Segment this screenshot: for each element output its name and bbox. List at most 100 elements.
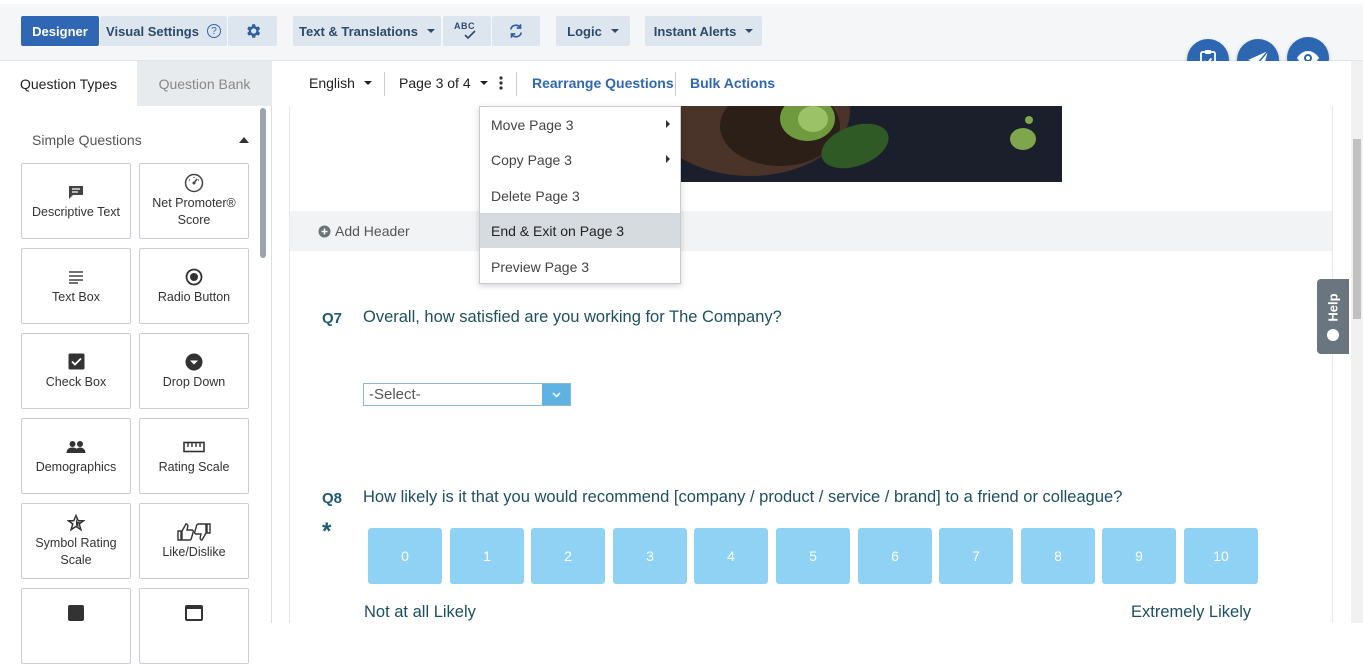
designer-button[interactable]: Designer (21, 16, 99, 46)
tile-symbol-rating-scale[interactable]: Symbol Rating Scale (21, 503, 131, 579)
page-dropdown[interactable]: Page 3 of 4 (399, 61, 488, 104)
top-toolbar: Designer Visual Settings ? Text & Transl… (0, 0, 1363, 61)
survey-canvas: Add Header Q7 Overall, how satisfied are… (289, 106, 1333, 623)
add-header-label: Add Header (335, 223, 410, 239)
scale-low-label: Not at all Likely (364, 603, 476, 621)
page-options-button[interactable] (499, 61, 503, 104)
menu-preview-page[interactable]: Preview Page 3 (480, 249, 680, 284)
tile-label: Rating Scale (158, 459, 230, 474)
plus-circle-icon (318, 225, 331, 237)
nps-option-1[interactable]: 1 (450, 528, 524, 584)
help-label: Help (1325, 293, 1341, 322)
lines-icon (69, 270, 83, 284)
help-circle-icon (1327, 329, 1339, 341)
caret-down-icon (479, 80, 488, 85)
rearrange-questions-link[interactable]: Rearrange Questions (532, 61, 674, 104)
nps-option-0[interactable]: 0 (368, 528, 442, 584)
q7-select[interactable]: -Select- (363, 383, 571, 406)
tile-descriptive-text[interactable]: Descriptive Text (21, 163, 131, 239)
spellcheck-button[interactable]: ABC (443, 16, 491, 46)
nps-option-6[interactable]: 6 (858, 528, 932, 584)
menu-item-label: Move Page 3 (491, 116, 574, 133)
tile-rating-scale[interactable]: Rating Scale (139, 418, 249, 494)
caret-down-icon (363, 80, 372, 85)
people-icon (66, 440, 86, 453)
language-dropdown[interactable]: English (309, 61, 372, 104)
instant-alerts-label: Instant Alerts (653, 23, 737, 39)
nps-option-9[interactable]: 9 (1102, 528, 1176, 584)
menu-item-label: End & Exit on Page 3 (491, 222, 625, 239)
submenu-arrow-icon (666, 120, 670, 128)
nps-option-10[interactable]: 10 (1184, 528, 1258, 584)
comment-icon (69, 185, 83, 199)
select-placeholder: -Select- (369, 386, 421, 403)
chevron-down-icon (551, 391, 561, 398)
divider (384, 72, 385, 96)
menu-copy-page[interactable]: Copy Page 3 (480, 142, 680, 177)
nps-option-2[interactable]: 2 (531, 528, 605, 584)
visual-settings-button[interactable]: Visual Settings ? (100, 16, 227, 46)
q8-text[interactable]: How likely is it that you would recommen… (363, 488, 1122, 507)
nps-option-4[interactable]: 4 (694, 528, 768, 584)
page-label: Page 3 of 4 (399, 74, 471, 91)
q7-text[interactable]: Overall, how satisfied are you working f… (363, 308, 782, 327)
ruler-icon (183, 441, 205, 452)
thumbs-icon (177, 522, 211, 541)
select-toggle[interactable] (542, 384, 570, 405)
tile-demographics[interactable]: Demographics (21, 418, 131, 494)
help-tab[interactable]: Help (1317, 279, 1349, 354)
scrollbar-thumb[interactable] (1353, 139, 1361, 319)
menu-end-exit-page[interactable]: End & Exit on Page 3 (480, 213, 680, 248)
tile-partial[interactable] (21, 588, 131, 664)
radio-icon (185, 268, 203, 285)
tile-label: Symbol Rating Scale (35, 536, 117, 567)
gear-icon (246, 24, 260, 38)
text-translations-label: Text & Translations (299, 23, 418, 39)
divider (675, 72, 676, 96)
tile-label: Drop Down (162, 374, 226, 389)
tab-question-bank[interactable]: Question Bank (137, 61, 272, 106)
star-icon (67, 514, 85, 532)
tile-check-box[interactable]: Check Box (21, 333, 131, 409)
tab-label: Question Types (19, 75, 118, 92)
collapse-caret-icon[interactable] (239, 137, 249, 143)
refresh-icon (509, 24, 523, 38)
tab-question-types[interactable]: Question Types (0, 61, 137, 106)
page-options-menu: Move Page 3 Copy Page 3 Delete Page 3 En… (479, 106, 681, 284)
sidebar-scrollbar[interactable] (260, 108, 266, 258)
tile-label: Text Box (52, 289, 100, 304)
tile-partial-calendar[interactable] (139, 588, 249, 664)
nps-option-3[interactable]: 3 (613, 528, 687, 584)
tile-net-promoter-score[interactable]: Net Promoter® Score (139, 163, 249, 239)
settings-button[interactable] (228, 16, 277, 46)
text-translations-dropdown[interactable]: Text & Translations (293, 16, 441, 46)
logic-dropdown[interactable]: Logic (556, 16, 630, 46)
menu-move-page[interactable]: Move Page 3 (480, 107, 680, 142)
bulk-actions-link[interactable]: Bulk Actions (690, 61, 775, 104)
add-header-button[interactable]: Add Header (318, 223, 410, 239)
language-label: English (309, 74, 355, 91)
nps-option-8[interactable]: 8 (1021, 528, 1095, 584)
tile-text-box[interactable]: Text Box (21, 248, 131, 324)
tile-label: Like/Dislike (162, 544, 226, 559)
tile-like-dislike[interactable]: Like/Dislike (139, 503, 249, 579)
tile-radio-button[interactable]: Radio Button (139, 248, 249, 324)
refresh-button[interactable] (492, 16, 540, 46)
tile-drop-down[interactable]: Drop Down (139, 333, 249, 409)
page-scrollbar[interactable] (1351, 61, 1363, 623)
caret-down-icon (610, 29, 619, 33)
visual-settings-label: Visual Settings (106, 23, 199, 39)
nps-option-5[interactable]: 5 (776, 528, 850, 584)
divider (516, 72, 517, 96)
kebab-icon (499, 75, 503, 90)
menu-item-label: Delete Page 3 (491, 187, 580, 204)
question-types-sidebar: Question Types Question Bank Simple Ques… (0, 61, 272, 664)
tile-label: Demographics (35, 459, 117, 474)
designer-label: Designer (32, 23, 88, 39)
help-circle-icon: ? (206, 24, 221, 38)
nps-option-7[interactable]: 7 (939, 528, 1013, 584)
tile-label: Net Promoter® Score (152, 196, 236, 227)
instant-alerts-dropdown[interactable]: Instant Alerts (645, 16, 762, 46)
menu-delete-page[interactable]: Delete Page 3 (480, 178, 680, 213)
caret-down-icon (426, 29, 435, 33)
